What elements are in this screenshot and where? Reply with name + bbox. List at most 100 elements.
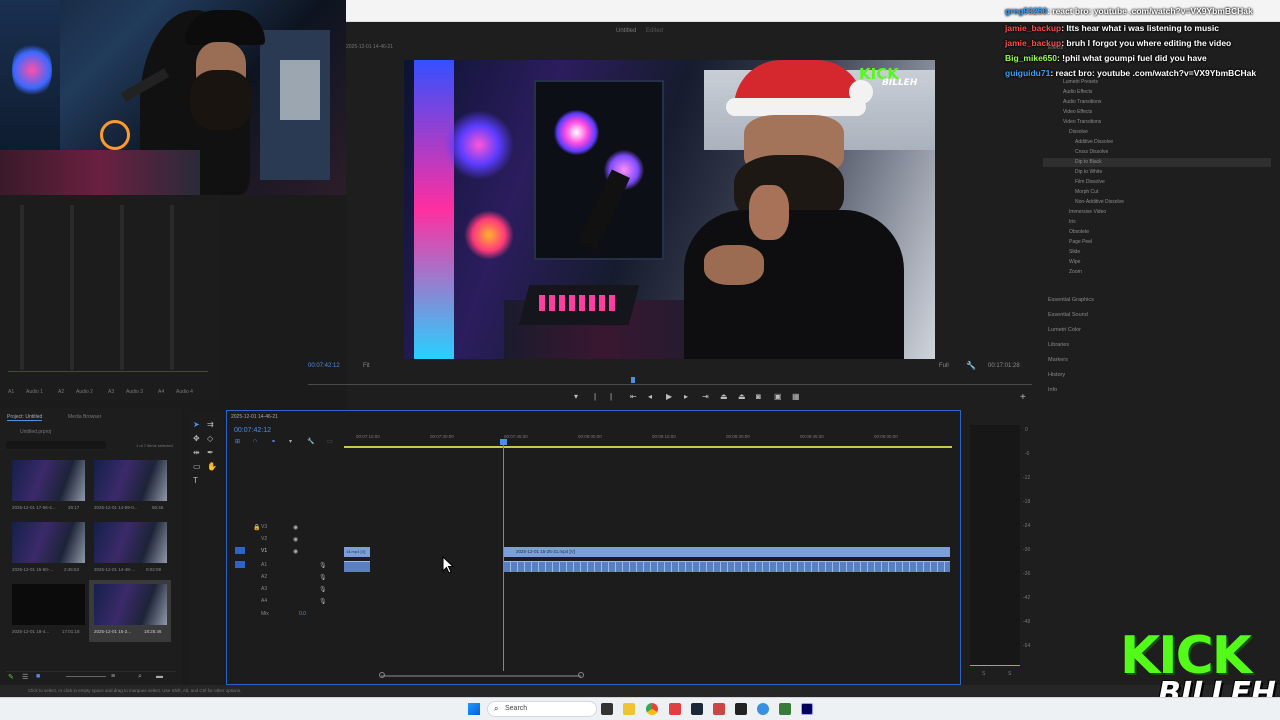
mix-volume-value[interactable]: 0.0 (299, 611, 306, 617)
track-header-v1[interactable]: V1 (261, 548, 267, 554)
monitor-timebar[interactable] (308, 384, 1032, 385)
add-button-icon[interactable]: + (1020, 392, 1026, 403)
effects-tree-item[interactable]: Audio Transitions (1043, 98, 1101, 107)
resolution-select[interactable]: Full (939, 363, 949, 369)
project-clip-thumbnail[interactable] (12, 522, 85, 563)
project-clip-thumbnail[interactable] (94, 522, 167, 563)
type-tool-icon[interactable]: T (193, 476, 198, 485)
export-frame-icon[interactable]: ◙ (756, 392, 761, 402)
track-header-v2[interactable]: V2 (261, 536, 267, 542)
panel-markers[interactable]: Markers (1048, 357, 1068, 363)
effects-tree-item[interactable]: Cross Dissolve (1043, 148, 1108, 157)
comparison-icon[interactable]: ▣ (774, 392, 782, 402)
premiere-pro-icon[interactable] (801, 703, 813, 715)
mark-in-icon[interactable]: | (594, 392, 596, 402)
hand-icon[interactable]: ✋ (207, 462, 217, 471)
effects-tree-item[interactable]: Film Dissolve (1043, 178, 1105, 187)
microphone-icon[interactable]: 🎙 (319, 586, 327, 593)
effects-tree-item[interactable]: Additive Dissolve (1043, 138, 1113, 147)
file-explorer-icon[interactable] (623, 703, 635, 715)
panel-libraries[interactable]: Libraries (1048, 342, 1069, 348)
playhead-handle[interactable] (500, 439, 507, 445)
effects-tree-item[interactable]: Morph Cut (1043, 188, 1098, 197)
sequence-tab[interactable]: 2025-12-01 14-46-21 (231, 414, 278, 420)
work-area-bar[interactable] (344, 446, 952, 448)
audio-clip[interactable] (504, 561, 950, 572)
microphone-icon[interactable]: 🎙 (319, 562, 327, 569)
source-patch-v1[interactable] (235, 547, 245, 554)
microphone-icon[interactable]: 🎙 (319, 598, 327, 605)
solo-button[interactable]: S (982, 671, 985, 677)
lift-icon[interactable]: ⏏ (720, 392, 728, 402)
pen-icon[interactable]: ✒ (207, 448, 214, 457)
program-playhead-timecode[interactable]: 00:07:42:12 (308, 363, 340, 369)
source-patch-a1[interactable] (235, 561, 245, 568)
go-to-out-icon[interactable]: ⇥ (702, 392, 709, 402)
scrollbar-handle-right[interactable] (578, 672, 584, 678)
eye-icon[interactable]: ◉ (293, 524, 298, 531)
track-header-a4[interactable]: A4 (261, 598, 267, 604)
timeline-timecode[interactable]: 00:07:42:12 (234, 427, 271, 434)
timeline-playhead[interactable] (503, 441, 504, 671)
new-item-icon[interactable]: ▬ (156, 673, 163, 680)
track-header-a1[interactable]: A1 (261, 562, 267, 568)
eye-icon[interactable]: ◉ (293, 536, 298, 543)
go-to-in-icon[interactable]: ⇤ (630, 392, 637, 402)
sort-icon[interactable]: ≡ (111, 673, 115, 680)
panel-history[interactable]: History (1048, 372, 1065, 378)
project-clip-thumbnail[interactable] (12, 460, 85, 501)
track-header-a2[interactable]: A2 (261, 574, 267, 580)
wrench-icon[interactable]: 🔧 (966, 361, 976, 370)
effects-tree-item[interactable]: Obsolete (1043, 228, 1089, 237)
start-button-icon[interactable] (468, 703, 480, 715)
video-clip-selected[interactable]: 2025-12-01 15-25-31.mp4 [V] (504, 547, 950, 557)
effects-tree-item-selected[interactable]: Dip to Black (1043, 158, 1271, 167)
app-icon[interactable] (669, 703, 681, 715)
effects-tree-item[interactable]: Iris (1043, 218, 1076, 227)
effects-tree-item[interactable]: Dip to White (1043, 168, 1102, 177)
razor-icon[interactable]: ◇ (207, 434, 213, 443)
timeline-zoom-scrollbar[interactable] (381, 675, 581, 677)
project-clip-thumbnail[interactable] (94, 460, 167, 501)
microphone-icon[interactable]: 🎙 (319, 574, 327, 581)
linked-selection-icon[interactable]: ⚭ (271, 438, 276, 445)
app-icon[interactable] (779, 703, 791, 715)
step-back-icon[interactable]: ◂ (648, 392, 652, 402)
timeline-settings-icon[interactable]: 🔧 (307, 438, 314, 445)
pencil-icon[interactable]: ✎ (8, 673, 14, 681)
panel-lumetri-color[interactable]: Lumetri Color (1048, 327, 1081, 333)
list-view-icon[interactable]: ☰ (22, 673, 28, 681)
eye-icon[interactable]: ◉ (293, 548, 298, 555)
slip-icon[interactable]: ⇹ (193, 448, 200, 457)
mark-out-icon[interactable]: | (610, 392, 612, 402)
nest-icon[interactable]: ⊞ (235, 438, 240, 445)
effects-tree-item[interactable]: Zoom (1043, 268, 1082, 277)
rectangle-icon[interactable]: ▭ (193, 462, 201, 471)
scrollbar-handle-left[interactable] (379, 672, 385, 678)
search-icon[interactable]: ⌕ (138, 673, 142, 681)
track-select-icon[interactable]: ⇉ (207, 420, 214, 429)
play-icon[interactable]: ▶ (666, 392, 672, 402)
track-header-mix[interactable]: Mix (261, 611, 269, 617)
track-header-a3[interactable]: A3 (261, 586, 267, 592)
effects-tree-item[interactable]: Dissolve (1043, 128, 1088, 137)
solo-button[interactable]: S (1008, 671, 1011, 677)
project-clip-thumbnail[interactable] (12, 584, 85, 625)
audio-clip[interactable] (344, 561, 370, 572)
extract-icon[interactable]: ⏏ (738, 392, 746, 402)
effects-tree-item[interactable]: Video Transitions (1043, 118, 1101, 127)
app-icon[interactable] (757, 703, 769, 715)
effects-tree-item[interactable]: Immersive Video (1043, 208, 1106, 217)
panel-info[interactable]: Info (1048, 387, 1057, 393)
panel-essential-sound[interactable]: Essential Sound (1048, 312, 1088, 318)
ripple-edit-icon[interactable]: ✥ (193, 434, 200, 443)
multicam-icon[interactable]: ▦ (792, 392, 800, 402)
effects-tree-item[interactable]: Page Peel (1043, 238, 1092, 247)
chrome-icon[interactable] (646, 703, 658, 715)
icon-view-icon[interactable]: ■ (36, 673, 40, 680)
track-header-v3[interactable]: V3 (261, 524, 267, 530)
effects-tree-item[interactable]: Non-Additive Dissolve (1043, 198, 1124, 207)
step-forward-icon[interactable]: ▸ (684, 392, 688, 402)
zoom-fit-select[interactable]: Fit (363, 363, 370, 369)
time-ruler[interactable]: 00:07:15:00 00:07:30:00 00:07:45:00 00:0… (344, 431, 954, 445)
